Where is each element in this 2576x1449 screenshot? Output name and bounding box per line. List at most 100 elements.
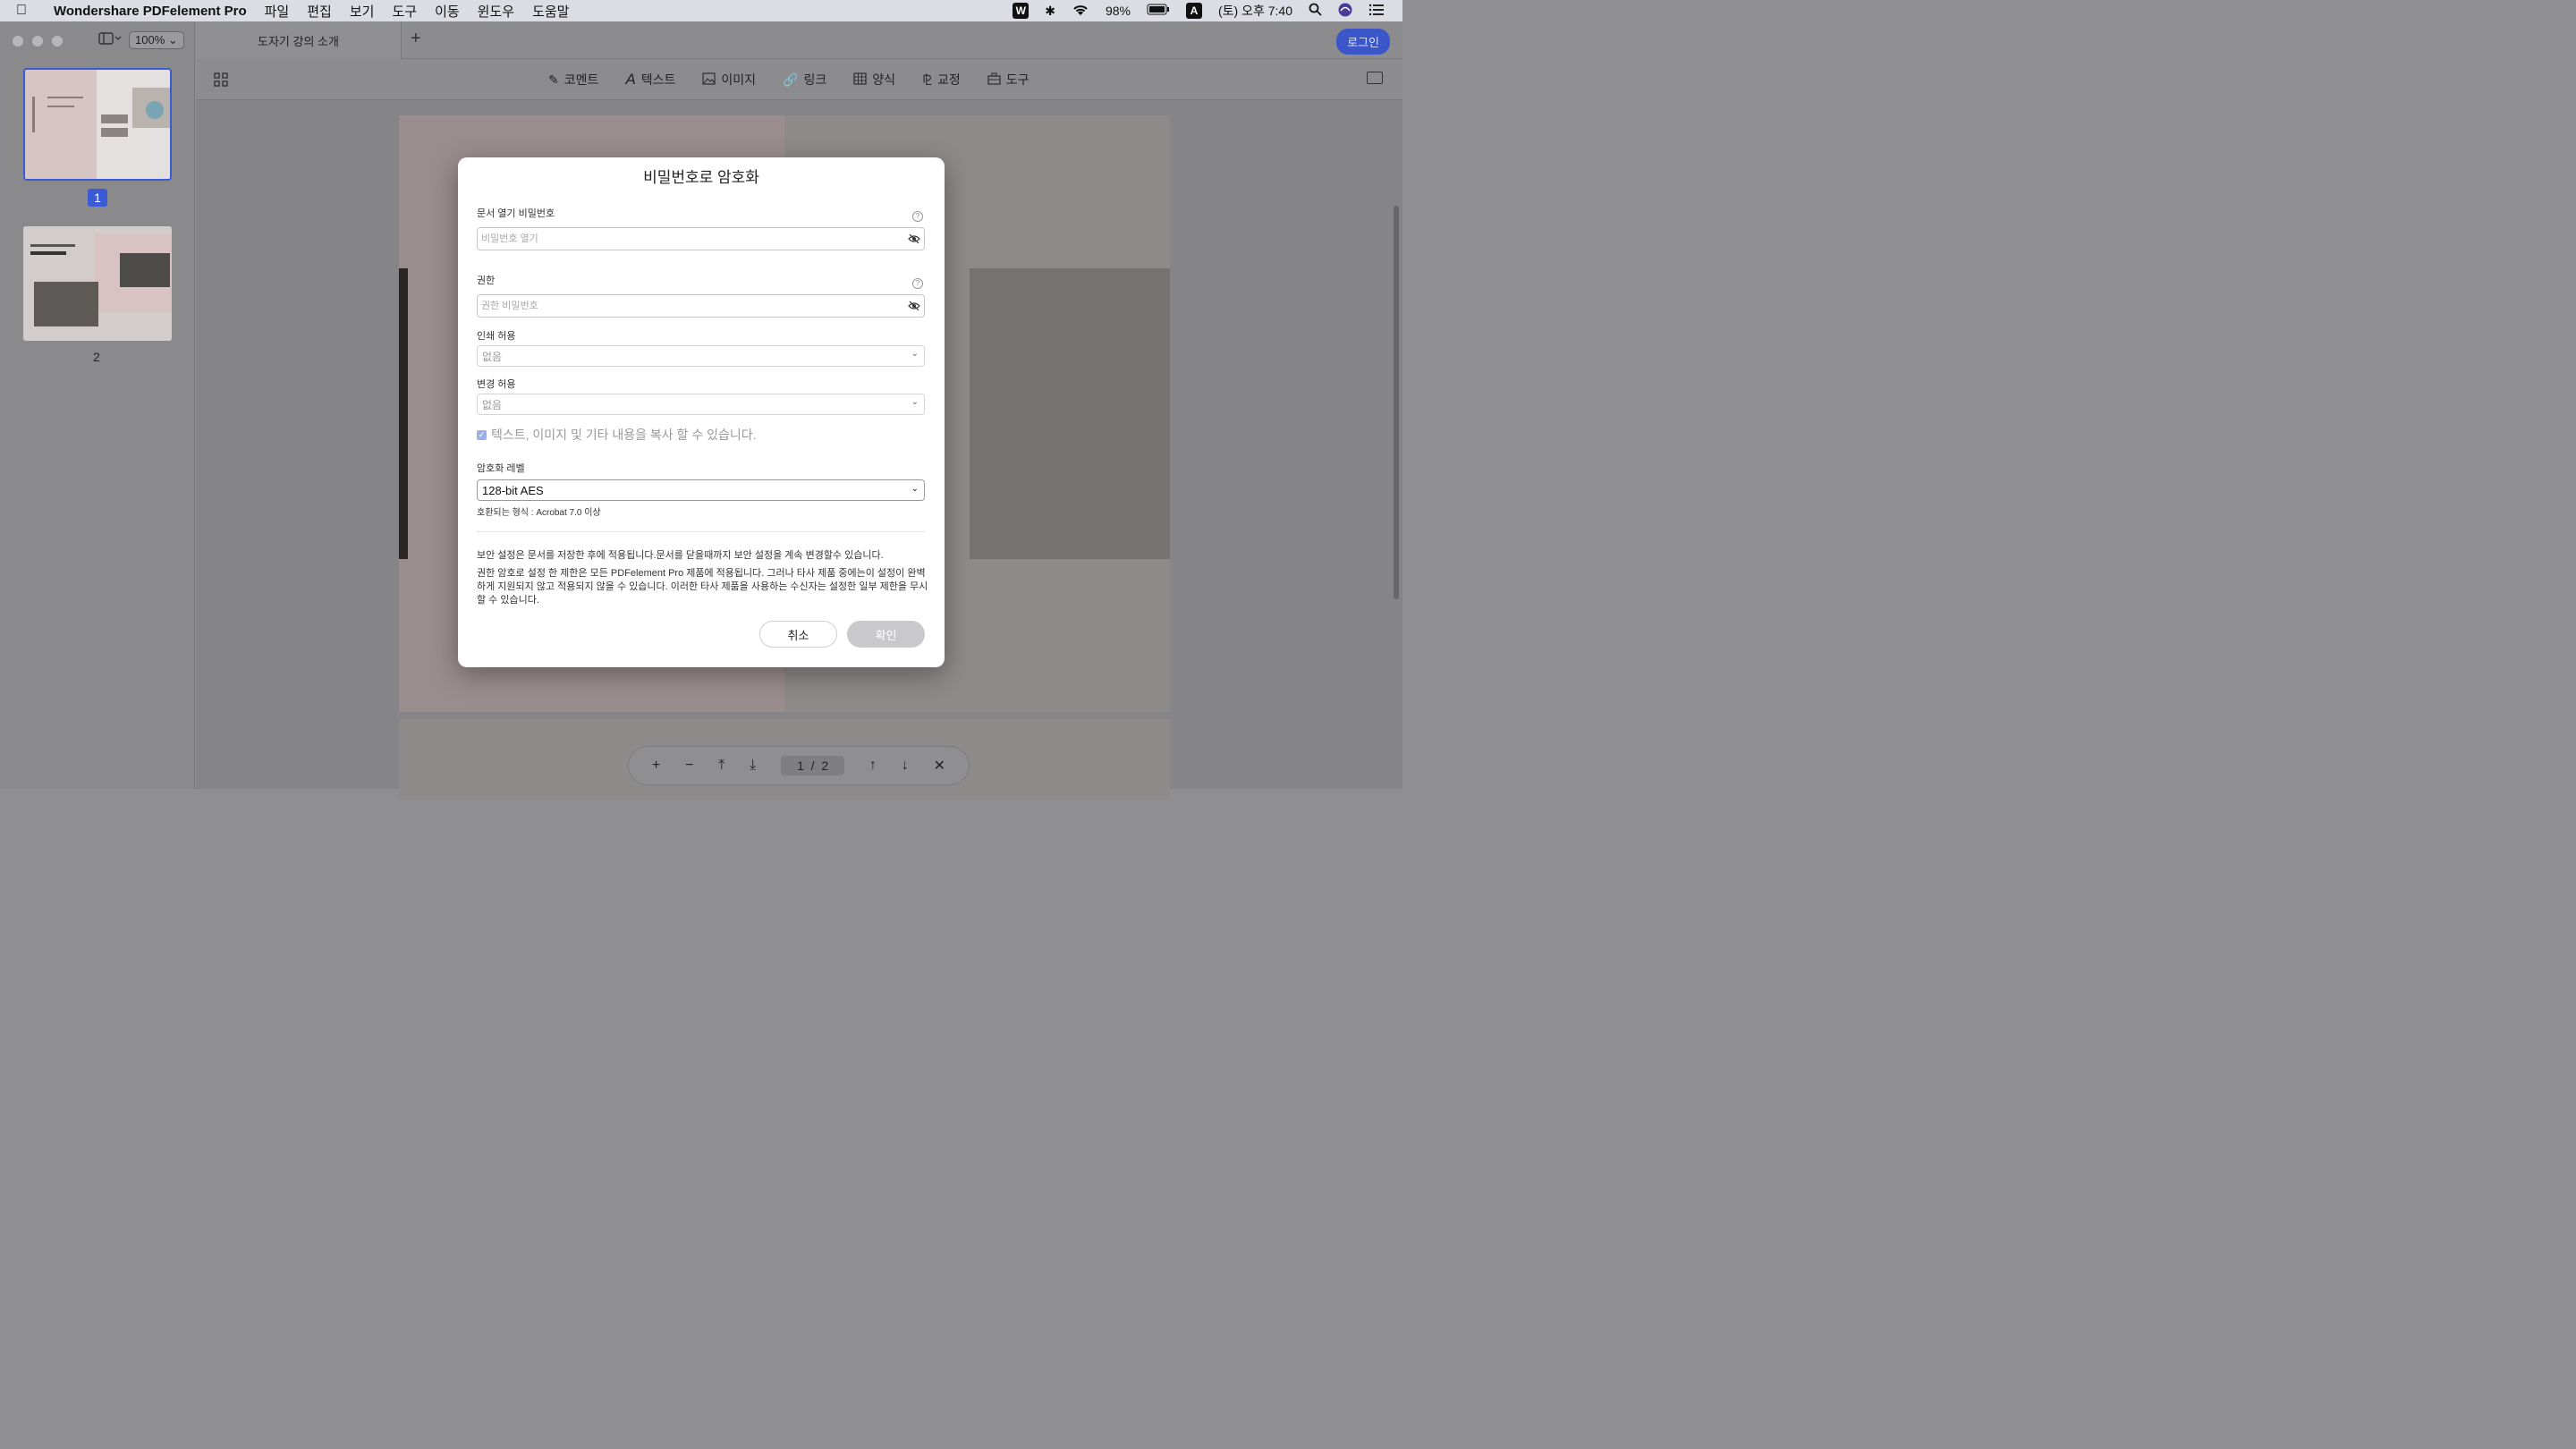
- checkbox-checked-icon[interactable]: ✓: [477, 429, 487, 440]
- hide-permission-password-icon[interactable]: [908, 300, 920, 312]
- tool-link[interactable]: 🔗 링크: [783, 71, 826, 89]
- page-number-1[interactable]: 1: [88, 189, 107, 207]
- page-navigation-bar: + − ⤒ ⤓ 1 / 2 ↑ ↓ ✕: [628, 746, 970, 785]
- siri-icon[interactable]: [1338, 3, 1352, 20]
- tool-redact-label: 교정: [936, 72, 961, 87]
- tool-comment[interactable]: ✎ 코멘트: [548, 71, 598, 89]
- menu-window[interactable]: 윈도우: [478, 2, 514, 21]
- open-password-label: 문서 열기 비밀번호: [477, 208, 555, 219]
- permission-note: 권한 암호로 설정 한 제한은 모든 PDFelement Pro 제품에 적용…: [477, 568, 928, 606]
- divider: [477, 531, 925, 532]
- right-panel-icon[interactable]: [1367, 72, 1383, 84]
- login-button[interactable]: 로그인: [1336, 29, 1390, 55]
- encryption-level-value: 128-bit AES: [482, 484, 544, 497]
- cancel-button[interactable]: 취소: [759, 621, 837, 648]
- tool-image[interactable]: 이미지: [702, 71, 756, 89]
- toolbox-icon: [987, 72, 1001, 88]
- prev-page-icon[interactable]: ↑: [869, 758, 877, 774]
- next-page-icon[interactable]: ↓: [902, 758, 909, 774]
- zoom-window-button[interactable]: [52, 36, 63, 47]
- menu-edit[interactable]: 편집: [307, 2, 332, 21]
- sidebar-toolbar: 100% ⌄: [98, 31, 184, 49]
- tool-comment-label: 코멘트: [564, 72, 599, 87]
- tool-form-label: 양식: [872, 72, 895, 87]
- copy-content-checkbox[interactable]: ✓ 텍스트, 이미지 및 기타 내용을 복사 할 수 있습니다.: [477, 426, 757, 444]
- page-separator: /: [810, 758, 815, 773]
- tool-image-label: 이미지: [721, 72, 756, 87]
- change-allowed-select[interactable]: 없음 ⌄: [477, 394, 925, 415]
- menu-help[interactable]: 도움말: [532, 2, 569, 21]
- wifi-icon[interactable]: [1072, 4, 1089, 19]
- open-password-field[interactable]: [477, 227, 925, 250]
- permission-password-input[interactable]: [478, 295, 898, 317]
- menu-go[interactable]: 이동: [435, 2, 460, 21]
- vertical-scrollbar[interactable]: [1394, 206, 1399, 599]
- confirm-button[interactable]: 확인: [847, 621, 925, 648]
- tool-redact[interactable]: ⅊ 교정: [922, 70, 961, 89]
- last-page-icon[interactable]: ⤓: [750, 758, 756, 774]
- menu-tools[interactable]: 도구: [392, 2, 417, 21]
- pen-icon: ✎: [548, 72, 559, 87]
- pottery-photo: [970, 268, 1170, 559]
- zoom-in-icon[interactable]: +: [652, 758, 660, 774]
- tool-text-label: 텍스트: [640, 72, 676, 87]
- spotlight-search-icon[interactable]: [1309, 3, 1322, 19]
- encryption-level-select[interactable]: 128-bit AES ⌄: [477, 479, 925, 501]
- open-password-help-icon[interactable]: ?: [912, 211, 923, 222]
- minimize-window-button[interactable]: [32, 36, 43, 47]
- app-status-icon[interactable]: W: [1013, 3, 1030, 19]
- page-dark-band: [399, 268, 408, 559]
- security-note: 보안 설정은 문서를 저장한 후에 적용됩니다.문서를 닫을때까지 보안 설정을…: [477, 550, 884, 561]
- total-pages: 2: [821, 758, 829, 773]
- page-thumbnail-1[interactable]: [23, 68, 172, 181]
- sidebar-toggle-icon[interactable]: [98, 31, 122, 49]
- change-allowed-label: 변경 허용: [477, 379, 516, 390]
- compatibility-note: 호환되는 형식 : Acrobat 7.0 이상: [477, 508, 601, 518]
- print-allowed-value: 없음: [482, 351, 503, 363]
- battery-percent[interactable]: 98%: [1106, 4, 1131, 18]
- app-name[interactable]: Wondershare PDFelement Pro: [54, 4, 247, 19]
- thumbnail-2-preview: [23, 226, 172, 341]
- close-nav-icon[interactable]: ✕: [934, 757, 945, 775]
- grid-view-icon[interactable]: [214, 72, 228, 91]
- permission-label: 권한: [477, 275, 496, 286]
- bluetooth-icon[interactable]: ✱: [1045, 4, 1055, 19]
- tool-form[interactable]: 양식: [853, 71, 895, 89]
- document-tab[interactable]: 도자기 강의 소개: [196, 21, 402, 59]
- change-allowed-value: 없음: [482, 399, 503, 411]
- tool-tools[interactable]: 도구: [987, 71, 1030, 89]
- new-tab-icon[interactable]: +: [411, 29, 421, 49]
- permission-password-field[interactable]: [477, 294, 925, 318]
- page-indicator[interactable]: 1 / 2: [781, 756, 845, 775]
- image-icon: [702, 72, 716, 88]
- permission-help-icon[interactable]: ?: [912, 278, 923, 289]
- print-allowed-label: 인쇄 허용: [477, 331, 516, 342]
- tool-tools-label: 도구: [1005, 72, 1030, 87]
- menu-view[interactable]: 보기: [350, 2, 375, 21]
- zoom-select[interactable]: 100% ⌄: [129, 31, 184, 49]
- open-password-input[interactable]: [478, 228, 898, 250]
- clock[interactable]: (토) 오후 7:40: [1218, 2, 1292, 20]
- menu-file[interactable]: 파일: [265, 2, 290, 21]
- first-page-icon[interactable]: ⤒: [718, 758, 724, 774]
- hide-password-icon[interactable]: [908, 233, 920, 245]
- control-center-icon[interactable]: [1368, 4, 1385, 19]
- zoom-value: 100%: [135, 33, 165, 47]
- copy-content-label: 텍스트, 이미지 및 기타 내용을 복사 할 수 있습니다.: [491, 428, 757, 442]
- main-toolbar: ✎ 코멘트 A 텍스트 이미지 🔗 링크 양식 ⅊ 교정 도구: [196, 59, 1402, 100]
- chevron-down-icon: ⌄: [911, 484, 919, 494]
- current-page: 1: [797, 758, 804, 773]
- window-controls: [13, 36, 63, 47]
- input-source-icon[interactable]: A: [1186, 3, 1202, 19]
- page-thumbnail-2[interactable]: [23, 226, 172, 341]
- text-icon: A: [625, 71, 636, 88]
- encryption-level-label: 암호화 레벨: [477, 463, 525, 474]
- battery-icon[interactable]: [1147, 4, 1170, 18]
- zoom-out-icon[interactable]: −: [685, 758, 693, 774]
- print-allowed-select[interactable]: 없음 ⌄: [477, 345, 925, 367]
- close-window-button[interactable]: [13, 36, 23, 47]
- page-number-2[interactable]: 2: [93, 350, 100, 364]
- tool-text[interactable]: A 텍스트: [625, 71, 675, 89]
- apple-icon[interactable]: : [16, 3, 43, 19]
- dialog-title: 비밀번호로 암호화: [643, 169, 759, 186]
